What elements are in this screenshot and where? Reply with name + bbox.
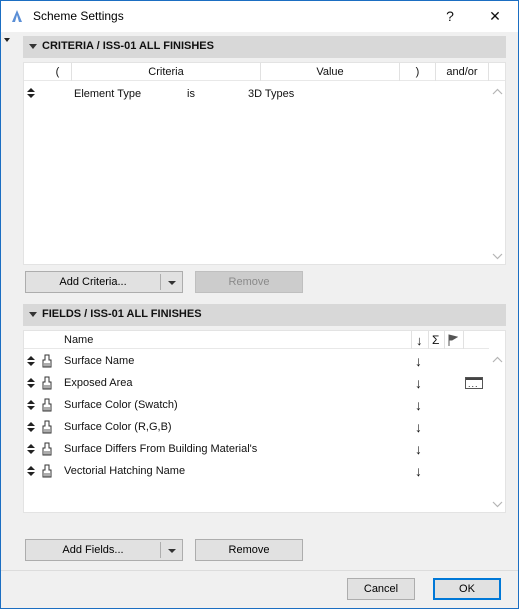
col-and-or[interactable]: and/or: [436, 63, 489, 81]
criteria-section-header[interactable]: CRITERIA / ISS-01 ALL FINISHES: [23, 36, 506, 58]
column-divider: [428, 331, 429, 349]
section-toggle-icon: [29, 44, 37, 49]
col-name[interactable]: Name: [64, 334, 93, 346]
drag-updown-icon[interactable]: [27, 356, 35, 366]
sort-down-icon[interactable]: ↓: [415, 463, 422, 479]
remove-criteria-button[interactable]: Remove: [195, 271, 303, 293]
field-name[interactable]: Surface Differs From Building Material's: [64, 443, 257, 455]
field-row[interactable]: Surface Color (R,G,B) ↓: [24, 416, 489, 438]
flag-icon[interactable]: [448, 334, 459, 346]
add-criteria-button[interactable]: Add Criteria...: [25, 271, 183, 293]
scheme-settings-dialog: Scheme Settings ? ✕ CRITERIA / ISS-01 AL…: [0, 0, 519, 609]
paintbrush-icon: [41, 420, 53, 434]
drag-updown-icon[interactable]: [27, 400, 35, 410]
ok-button[interactable]: OK: [433, 578, 501, 600]
field-name[interactable]: Surface Color (R,G,B): [64, 421, 172, 433]
archicad-app-icon: [9, 8, 25, 24]
criteria-section-title: CRITERIA / ISS-01 ALL FINISHES: [42, 40, 214, 52]
scroll-up-icon[interactable]: [492, 87, 503, 95]
window-title: Scheme Settings: [33, 9, 124, 23]
drag-updown-icon[interactable]: [27, 444, 35, 454]
col-open-paren[interactable]: (: [44, 63, 72, 81]
help-button[interactable]: ?: [427, 1, 473, 32]
drag-updown-icon[interactable]: [27, 378, 35, 388]
operator-cell[interactable]: is: [187, 88, 195, 100]
col-criteria[interactable]: Criteria: [72, 63, 261, 81]
drag-updown-icon[interactable]: [27, 422, 35, 432]
criteria-cell[interactable]: Element Type: [74, 88, 141, 100]
paintbrush-icon: [41, 376, 53, 390]
close-button[interactable]: ✕: [472, 1, 518, 32]
dropdown-arrow-icon[interactable]: [168, 281, 176, 285]
field-row[interactable]: Surface Color (Swatch) ↓: [24, 394, 489, 416]
sort-down-icon[interactable]: ↓: [415, 419, 422, 435]
cancel-button[interactable]: Cancel: [347, 578, 415, 600]
sort-down-icon[interactable]: ↓: [415, 353, 422, 369]
column-divider: [411, 331, 412, 349]
col-sort[interactable]: ↓: [416, 333, 423, 348]
col-close-paren[interactable]: ): [400, 63, 436, 81]
fields-list: Name ↓ Σ Surface Name ↓ Exposed Area ↓... Su…: [23, 330, 506, 513]
field-name[interactable]: Exposed Area: [64, 377, 133, 389]
field-row[interactable]: Vectorial Hatching Name ↓: [24, 460, 489, 482]
field-row[interactable]: Surface Name ↓: [24, 350, 489, 372]
field-row[interactable]: Exposed Area ↓...: [24, 372, 489, 394]
paintbrush-icon: [41, 398, 53, 412]
split-separator: [160, 274, 161, 290]
drag-updown-icon[interactable]: [27, 88, 35, 98]
more-options-icon[interactable]: ...: [465, 377, 483, 389]
criteria-header-row: ( Criteria Value ) and/or: [24, 63, 505, 81]
add-fields-button[interactable]: Add Fields...: [25, 539, 183, 561]
sort-down-icon[interactable]: ↓: [415, 375, 422, 391]
field-name[interactable]: Vectorial Hatching Name: [64, 465, 185, 477]
paintbrush-icon: [41, 442, 53, 456]
column-divider: [463, 331, 464, 349]
criteria-row[interactable]: Element Type is 3D Types: [24, 85, 489, 103]
scroll-up-icon[interactable]: [492, 355, 503, 363]
collapse-arrow-icon[interactable]: [4, 38, 10, 42]
split-separator: [160, 542, 161, 558]
dialog-footer: Cancel OK: [1, 570, 518, 608]
fields-section-header[interactable]: FIELDS / ISS-01 ALL FINISHES: [23, 304, 506, 326]
field-name[interactable]: Surface Color (Swatch): [64, 399, 178, 411]
drag-updown-icon[interactable]: [27, 466, 35, 476]
sort-down-icon[interactable]: ↓: [415, 441, 422, 457]
fields-header-row: Name ↓ Σ: [24, 331, 489, 349]
col-sum[interactable]: Σ: [432, 333, 439, 347]
scroll-down-icon[interactable]: [492, 499, 503, 508]
paintbrush-icon: [41, 464, 53, 478]
section-toggle-icon: [29, 312, 37, 317]
remove-fields-button[interactable]: Remove: [195, 539, 303, 561]
field-name[interactable]: Surface Name: [64, 355, 134, 367]
value-cell[interactable]: 3D Types: [248, 88, 294, 100]
title-bar: Scheme Settings ? ✕: [1, 1, 518, 32]
paintbrush-icon: [41, 354, 53, 368]
criteria-list: ( Criteria Value ) and/or Element Type i…: [23, 62, 506, 265]
col-value[interactable]: Value: [261, 63, 400, 81]
field-row[interactable]: Surface Differs From Building Material's…: [24, 438, 489, 460]
fields-section-title: FIELDS / ISS-01 ALL FINISHES: [42, 308, 202, 320]
scroll-down-icon[interactable]: [492, 251, 503, 260]
sort-down-icon[interactable]: ↓: [415, 397, 422, 413]
add-criteria-label: Add Criteria...: [59, 276, 127, 288]
column-divider: [444, 331, 445, 349]
dropdown-arrow-icon[interactable]: [168, 549, 176, 553]
add-fields-label: Add Fields...: [62, 544, 124, 556]
col-updown: [24, 63, 44, 81]
